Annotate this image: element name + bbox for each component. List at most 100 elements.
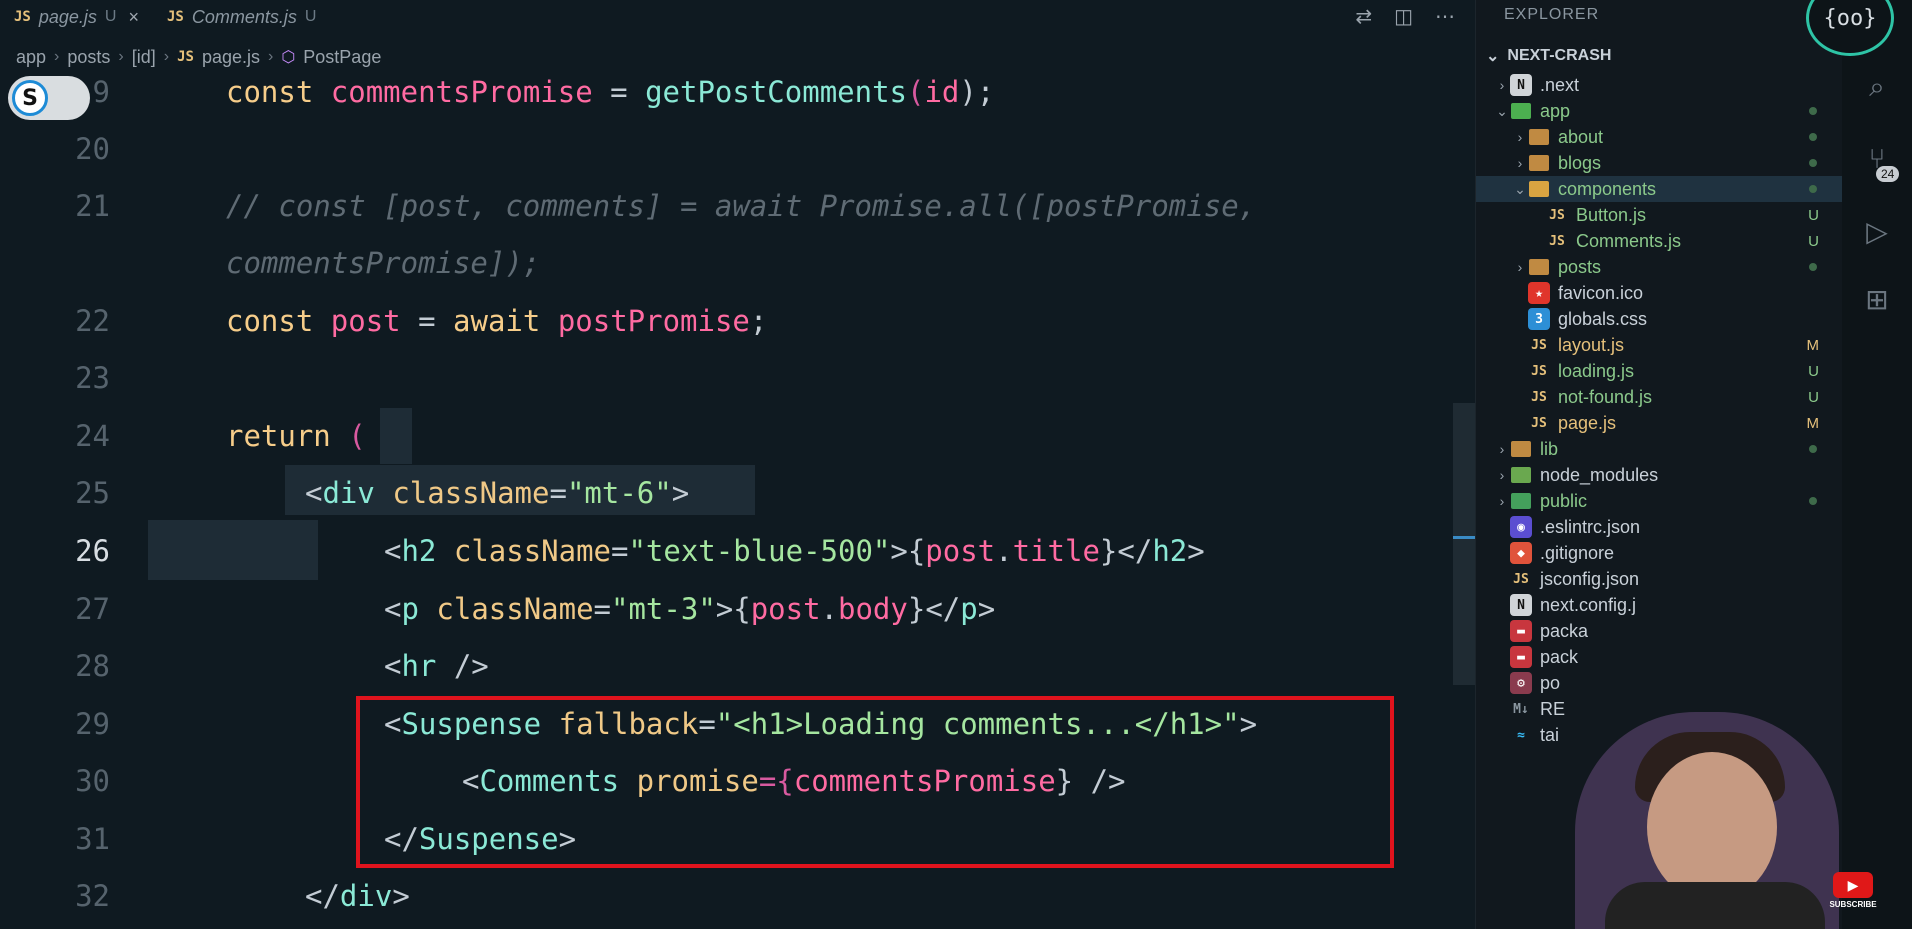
code-text: const post = await postPromise; bbox=[226, 304, 767, 338]
tree-item-eslintrc-json[interactable]: ◉ .eslintrc.json bbox=[1476, 514, 1843, 540]
tree-item-posts[interactable]: › posts bbox=[1476, 254, 1843, 280]
tree-item-label: loading.js bbox=[1558, 360, 1635, 381]
git-status-badge: M bbox=[1806, 336, 1820, 354]
code-token: . bbox=[995, 533, 1013, 568]
code-line[interactable]: 9 const commentsPromise = getPostComment… bbox=[0, 63, 1455, 120]
chevron-right-icon[interactable]: › bbox=[1512, 259, 1528, 275]
tree-item-label: Button.js bbox=[1576, 204, 1647, 225]
close-icon[interactable]: × bbox=[128, 7, 139, 28]
code-line[interactable]: 25 < div className = "mt-6" > bbox=[0, 464, 1455, 521]
js-file-icon: JS bbox=[166, 9, 184, 25]
js-file-icon: JS bbox=[1531, 363, 1547, 379]
activity-bar: ⌕ ⑂ ▷ ⊞ bbox=[1842, 0, 1912, 929]
tree-item-globals-css[interactable]: 3 globals.css bbox=[1476, 306, 1843, 332]
npm-file-icon: ▬ bbox=[1510, 646, 1532, 668]
split-editor-icon[interactable]: ◫ bbox=[1394, 4, 1413, 29]
chevron-right-icon[interactable]: › bbox=[1512, 155, 1528, 171]
chevron-right-icon[interactable]: › bbox=[1494, 77, 1510, 93]
run-debug-icon[interactable]: ▷ bbox=[1858, 212, 1896, 250]
folder-icon bbox=[1510, 464, 1532, 486]
code-comment: // const [post, comments] = await Promis… bbox=[226, 188, 1257, 223]
code-token: . bbox=[820, 591, 839, 626]
git-status-badge: U bbox=[1808, 388, 1819, 406]
tree-item-blogs[interactable]: › blogs bbox=[1476, 150, 1843, 176]
tree-item-node-modules[interactable]: › node_modules bbox=[1476, 462, 1843, 488]
youtube-subscribe[interactable]: ▶ SUBSCRIBE bbox=[1829, 872, 1877, 916]
tree-item-layout-js[interactable]: JS layout.js M bbox=[1476, 332, 1843, 358]
tree-item-next[interactable]: › N .next bbox=[1476, 72, 1843, 98]
code-token: = bbox=[593, 591, 612, 626]
tree-item-jsconfig-json[interactable]: JS jsconfig.json bbox=[1476, 566, 1843, 592]
tree-item-packa[interactable]: ▬ packa bbox=[1476, 618, 1843, 644]
chevron-right-icon[interactable]: › bbox=[1494, 493, 1510, 509]
code-line[interactable]: 23 bbox=[0, 349, 1455, 406]
tree-item-po[interactable]: ⚙ po bbox=[1476, 670, 1843, 696]
tree-item-pack[interactable]: ▬ pack bbox=[1476, 644, 1843, 670]
code-token: = bbox=[610, 74, 628, 109]
code-line[interactable]: 32 </div > bbox=[0, 867, 1455, 924]
tree-item-app[interactable]: ⌄ app bbox=[1476, 98, 1843, 124]
code-token: post bbox=[750, 591, 821, 626]
compare-changes-icon[interactable]: ⇄ bbox=[1355, 4, 1372, 29]
js-file-icon: JS bbox=[1513, 571, 1529, 587]
code-text: const commentsPromise = getPostComments(… bbox=[226, 75, 994, 109]
tree-item-public[interactable]: › public bbox=[1476, 488, 1843, 514]
code-line-wrap[interactable]: commentsPromise]); bbox=[0, 234, 1455, 291]
tailwind-file-icon: ≈ bbox=[1517, 727, 1525, 743]
code-token: post bbox=[330, 303, 401, 338]
line-number: 31 bbox=[75, 821, 110, 856]
tree-item-label: posts bbox=[1558, 256, 1602, 277]
tree-item-label: not-found.js bbox=[1558, 386, 1653, 407]
editor-area[interactable]: JS page.js U × JS Comments.js U ⇄ ◫ ⋯ ap… bbox=[0, 0, 1475, 929]
git-status-dot bbox=[1809, 497, 1817, 505]
code-text: </div > bbox=[305, 879, 410, 913]
code-token: const bbox=[226, 303, 314, 338]
tree-item-button-js[interactable]: JS Button.js U bbox=[1476, 202, 1843, 228]
code-token: h2 bbox=[401, 533, 437, 568]
code-token: div bbox=[339, 878, 393, 913]
project-header[interactable]: ⌄ NEXT-CRASH bbox=[1486, 46, 1611, 66]
chevron-down-icon[interactable]: ⌄ bbox=[1494, 103, 1510, 120]
code-line[interactable]: 28 < hr /> bbox=[0, 637, 1455, 694]
tree-item-components[interactable]: ⌄ components bbox=[1476, 176, 1843, 202]
code-line[interactable]: 20 bbox=[0, 120, 1455, 177]
code-token: /> bbox=[436, 648, 489, 683]
chevron-right-icon[interactable]: › bbox=[1494, 467, 1510, 483]
folder-icon bbox=[1528, 256, 1550, 278]
more-actions-icon[interactable]: ⋯ bbox=[1435, 4, 1455, 29]
code-token: >{ bbox=[890, 533, 926, 568]
tab-page-js[interactable]: JS page.js U × bbox=[0, 0, 153, 34]
extensions-icon[interactable]: ⊞ bbox=[1858, 280, 1896, 318]
code-token: body bbox=[838, 591, 908, 626]
tab-comments-js[interactable]: JS Comments.js U bbox=[153, 0, 330, 34]
tree-item-lib[interactable]: › lib bbox=[1476, 436, 1843, 462]
chevron-right-icon[interactable]: › bbox=[1512, 129, 1528, 145]
code-line[interactable]: 24 return ( bbox=[0, 407, 1455, 464]
scrollbar[interactable] bbox=[1453, 403, 1475, 685]
tree-item-about[interactable]: › about bbox=[1476, 124, 1843, 150]
code-token: post bbox=[925, 533, 996, 568]
js-file-icon: JS bbox=[1531, 389, 1547, 405]
tree-item-next-config-j[interactable]: Nnext.config.j bbox=[1476, 592, 1843, 618]
code-token: ); bbox=[959, 74, 995, 109]
source-control-badge: 24 bbox=[1876, 166, 1900, 182]
chevron-down-icon[interactable]: ⌄ bbox=[1512, 181, 1528, 198]
tree-item-loading-js[interactable]: JS loading.js U bbox=[1476, 358, 1843, 384]
folder-icon bbox=[1528, 152, 1550, 174]
code-token: = bbox=[418, 303, 436, 338]
tree-item-favicon-ico[interactable]: ★ favicon.ico bbox=[1476, 280, 1843, 306]
tree-item-page-js[interactable]: JS page.js M bbox=[1476, 410, 1843, 436]
tab-status: U bbox=[104, 8, 117, 25]
chevron-right-icon[interactable]: › bbox=[1494, 441, 1510, 457]
search-icon[interactable]: ⌕ bbox=[1858, 68, 1896, 106]
tree-item-not-found-js[interactable]: JS not-found.js U bbox=[1476, 384, 1843, 410]
code-line[interactable]: 27 < p className = "mt-3" >{post. body}</p > bbox=[0, 580, 1455, 637]
code-line[interactable]: 21 // const [post, comments] = await Pro… bbox=[0, 177, 1455, 234]
code-line[interactable]: 22 const post = await postPromise; bbox=[0, 292, 1455, 349]
code-line-active[interactable]: 26 < h2 className = "text-blue-500" >{post. t… bbox=[0, 522, 1455, 579]
code-token: div bbox=[322, 475, 375, 510]
js-file-icon: JS bbox=[1531, 337, 1547, 353]
line-number: 27 bbox=[75, 591, 110, 626]
tree-item-comments-js[interactable]: JS Comments.js U bbox=[1476, 228, 1843, 254]
tree-item-gitignore[interactable]: ◆ .gitignore bbox=[1476, 540, 1843, 566]
